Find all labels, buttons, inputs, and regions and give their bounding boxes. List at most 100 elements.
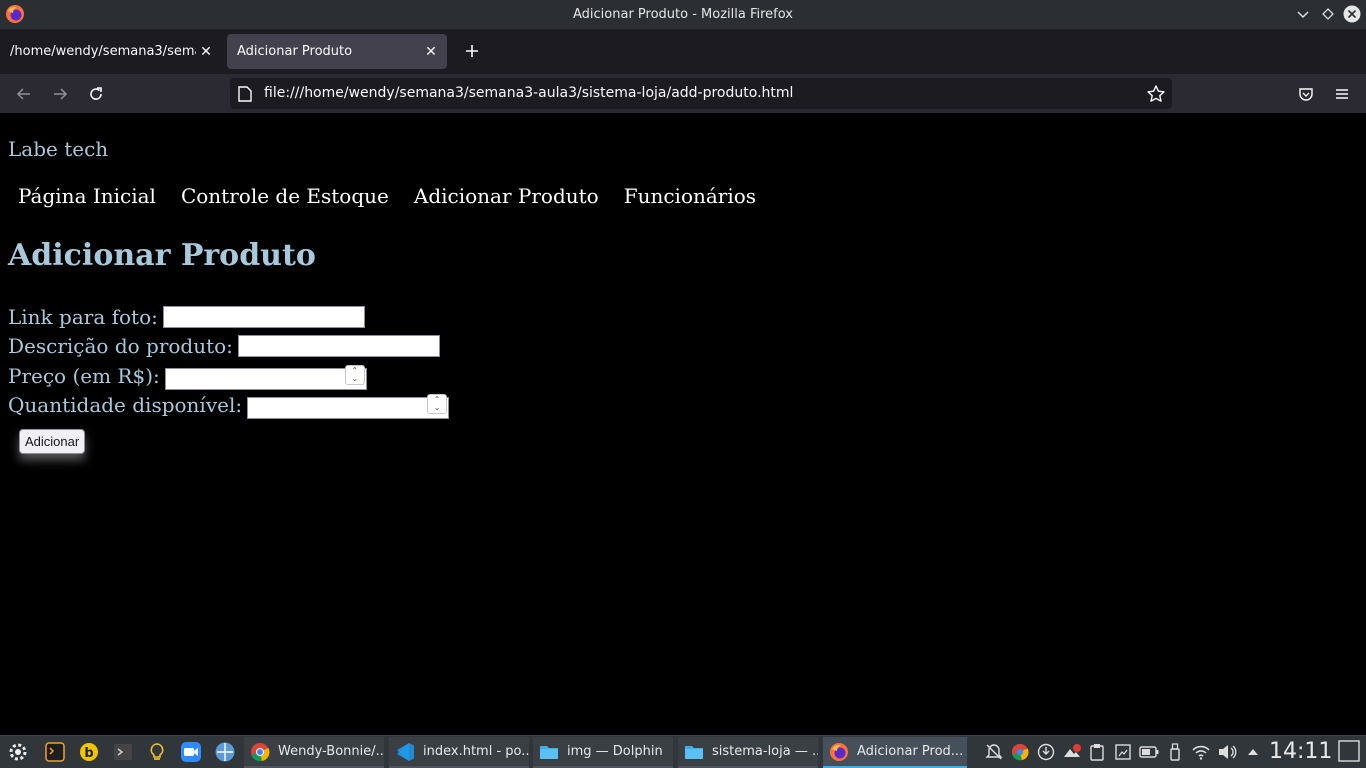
video-camera-icon bbox=[181, 742, 201, 762]
arrow-right-icon bbox=[54, 88, 68, 100]
menu-link-controle-estoque[interactable]: Controle de Estoque bbox=[181, 184, 389, 208]
network-globe-icon bbox=[215, 742, 235, 762]
folder-icon bbox=[539, 742, 559, 762]
quantity-label: Quantidade disponível: bbox=[8, 393, 243, 418]
chrome-tray[interactable] bbox=[1009, 741, 1031, 763]
task-dolphin-sistema-loja[interactable]: sistema-loja — ... bbox=[678, 737, 818, 768]
price-spinner-icon[interactable]: ⌃ ⌄ bbox=[344, 365, 365, 385]
task-chrome[interactable]: Wendy-Bonnie/... bbox=[244, 737, 384, 768]
application-launcher-button[interactable] bbox=[6, 740, 30, 764]
menu-link-pagina-inicial[interactable]: Página Inicial bbox=[18, 184, 156, 208]
task-firefox[interactable]: Adicionar Prod... bbox=[823, 737, 967, 768]
desktop-icon bbox=[1338, 740, 1360, 762]
ideas-launcher[interactable] bbox=[145, 740, 169, 764]
usb-drive-icon bbox=[1170, 743, 1180, 761]
chevron-up-icon bbox=[1248, 749, 1258, 755]
task-label: Wendy-Bonnie/... bbox=[278, 744, 384, 759]
wifi-tray[interactable] bbox=[1190, 741, 1212, 763]
firefox-icon bbox=[829, 742, 849, 762]
clock[interactable]: 14:11 bbox=[1269, 736, 1332, 767]
chrome-icon bbox=[1011, 743, 1029, 761]
volume-tray[interactable] bbox=[1216, 741, 1238, 763]
clipboard-icon bbox=[1090, 744, 1104, 761]
back-button[interactable] bbox=[10, 80, 38, 108]
task-dolphin-img[interactable]: img — Dolphin bbox=[533, 737, 673, 768]
tab-strip: /home/wendy/semana3/sema ✕ Adicionar Pro… bbox=[0, 29, 1366, 74]
screenshot-icon bbox=[1115, 744, 1131, 760]
window-titlebar: Adicionar Produto - Mozilla Firefox bbox=[0, 0, 1366, 29]
close-icon bbox=[1343, 5, 1361, 23]
task-label: index.html - po... bbox=[423, 744, 529, 759]
new-tab-button[interactable] bbox=[458, 36, 486, 66]
close-window-button[interactable] bbox=[1342, 4, 1362, 24]
add-product-button[interactable]: Adicionar bbox=[19, 429, 86, 454]
alert-tray[interactable] bbox=[1061, 741, 1083, 763]
svg-text:b: b bbox=[84, 746, 93, 761]
plus-icon bbox=[466, 45, 478, 57]
arrow-left-icon bbox=[16, 88, 30, 100]
task-label: Adicionar Prod... bbox=[857, 744, 964, 759]
close-tab-icon[interactable]: ✕ bbox=[196, 42, 216, 62]
notifications-tray[interactable] bbox=[983, 741, 1005, 763]
lightbulb-icon bbox=[150, 743, 164, 760]
close-tab-icon[interactable]: ✕ bbox=[421, 42, 441, 62]
wifi-icon bbox=[1192, 745, 1210, 760]
quantity-input[interactable] bbox=[247, 396, 450, 419]
price-field: ⌃ ⌄ bbox=[164, 363, 367, 390]
maximize-button[interactable] bbox=[1318, 4, 1338, 24]
app-menu-button[interactable] bbox=[1328, 80, 1356, 108]
hamburger-menu-icon bbox=[1336, 89, 1348, 99]
chevron-down-icon bbox=[1297, 11, 1309, 19]
forward-button[interactable] bbox=[46, 80, 74, 108]
quantity-field: ⌃ ⌄ bbox=[247, 392, 450, 419]
clipboard-tray[interactable] bbox=[1086, 741, 1108, 763]
minimize-button[interactable] bbox=[1293, 4, 1313, 24]
description-input[interactable] bbox=[237, 335, 440, 357]
speaker-icon bbox=[1219, 745, 1237, 759]
task-label: sistema-loja — ... bbox=[712, 744, 818, 759]
page-icon bbox=[238, 86, 252, 102]
task-label: img — Dolphin bbox=[567, 744, 663, 759]
tray-expander[interactable] bbox=[1242, 741, 1264, 763]
task-vscode[interactable]: index.html - po... bbox=[389, 737, 529, 768]
taskbar: b Wendy-Bonnie/... index.html - po... im… bbox=[0, 735, 1366, 768]
battery-tray[interactable] bbox=[1138, 741, 1160, 763]
pocket-icon bbox=[1299, 88, 1313, 101]
alert-badge-icon bbox=[1064, 744, 1081, 757]
bitwarden-launcher[interactable]: b bbox=[77, 740, 101, 764]
terminal-launcher[interactable] bbox=[43, 740, 67, 764]
screenshot-tray[interactable] bbox=[1112, 741, 1134, 763]
update-icon bbox=[1037, 743, 1055, 761]
show-desktop-button[interactable] bbox=[1337, 739, 1361, 763]
page-content: Labe tech Página Inicial Controle de Est… bbox=[0, 113, 1366, 735]
reload-button[interactable] bbox=[82, 80, 110, 108]
description-label: Descrição do produto: bbox=[8, 334, 233, 358]
navigation-toolbar: file:///home/wendy/semana3/semana3-aula3… bbox=[0, 74, 1366, 113]
menu-link-adicionar-produto[interactable]: Adicionar Produto bbox=[414, 184, 599, 208]
url-text: file:///home/wendy/semana3/semana3-aula3… bbox=[264, 85, 794, 101]
description-row: Descrição do produto: bbox=[8, 334, 440, 358]
console-launcher[interactable] bbox=[111, 740, 135, 764]
bookmark-star-icon[interactable] bbox=[1146, 84, 1166, 104]
tab-adicionar-produto[interactable]: Adicionar Produto ✕ bbox=[227, 34, 447, 69]
updates-tray[interactable] bbox=[1035, 741, 1057, 763]
tab-file-listing[interactable]: /home/wendy/semana3/sema ✕ bbox=[0, 34, 222, 69]
photo-row: Link para foto: bbox=[8, 305, 365, 329]
zoom-launcher[interactable] bbox=[179, 740, 203, 764]
diamond-icon bbox=[1322, 8, 1334, 20]
chrome-icon bbox=[250, 742, 270, 762]
url-bar[interactable]: file:///home/wendy/semana3/semana3-aula3… bbox=[230, 78, 1172, 109]
site-brand: Labe tech bbox=[8, 137, 109, 161]
bell-muted-icon bbox=[985, 744, 1003, 760]
price-label: Preço (em R$): bbox=[8, 364, 160, 389]
photo-link-input[interactable] bbox=[162, 306, 365, 328]
price-input[interactable] bbox=[164, 367, 367, 390]
reload-icon bbox=[90, 87, 102, 100]
pocket-button[interactable] bbox=[1292, 80, 1320, 108]
quantity-spinner-icon[interactable]: ⌃ ⌄ bbox=[427, 394, 448, 414]
menu-link-funcionarios[interactable]: Funcionários bbox=[624, 184, 756, 208]
site-menu: Página Inicial Controle de Estoque Adici… bbox=[18, 184, 781, 208]
network-launcher[interactable] bbox=[213, 740, 237, 764]
usb-tray[interactable] bbox=[1164, 741, 1186, 763]
battery-icon bbox=[1139, 746, 1159, 758]
